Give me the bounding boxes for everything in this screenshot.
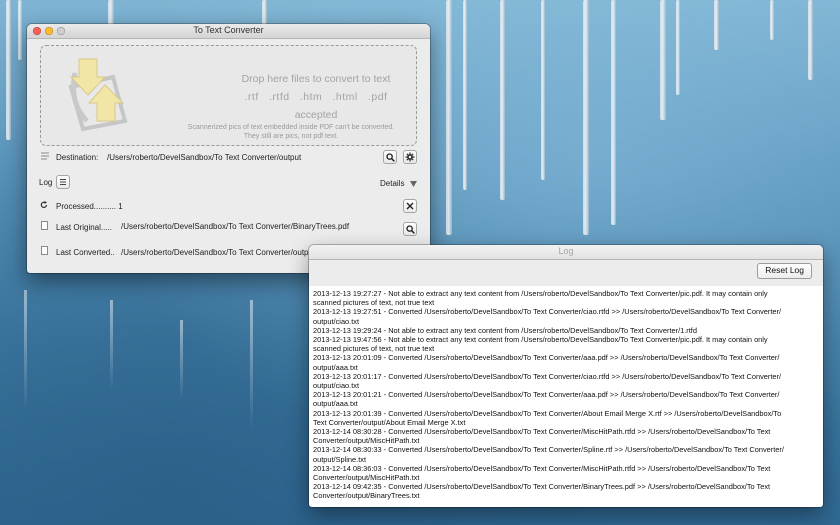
log-line: 2013-12-14 08:30:28 - Converted /Users/r… <box>313 427 771 437</box>
log-line: 2013-12-14 09:42:35 - Converted /Users/r… <box>313 482 771 492</box>
log-line: output/aaa.txt <box>313 362 358 372</box>
destination-label: Destination: <box>56 153 99 162</box>
log-line: 2013-12-14 08:36:03 - Converted /Users/r… <box>313 463 771 473</box>
log-window: Log Reset Log 2013-12-13 19:27:27 - Not … <box>309 245 823 507</box>
log-line: output/ciao.txt <box>313 316 360 326</box>
drop-zone[interactable]: Drop here files to convert to text .rtf … <box>40 45 417 146</box>
destination-search-button[interactable] <box>383 150 397 164</box>
list-icon <box>60 179 66 185</box>
settings-button[interactable] <box>403 150 417 164</box>
log-line: 2013-12-13 20:01:21 - Converted /Users/r… <box>313 390 780 400</box>
log-window-title: Log <box>558 246 574 256</box>
refresh-icon <box>40 201 48 209</box>
log-line: Converter/output/MiscHitPath.txt <box>313 436 420 446</box>
log-line: 2013-12-14 08:30:33 - Converted /Users/r… <box>313 445 784 455</box>
reset-log-button[interactable]: Reset Log <box>757 263 812 279</box>
last-original-search-button[interactable] <box>403 222 417 236</box>
document-icon <box>41 221 48 230</box>
log-line: 2013-12-13 20:01:39 - Converted /Users/r… <box>313 408 782 418</box>
log-line: output/ciao.txt <box>313 381 360 391</box>
log-titlebar[interactable]: Log <box>309 245 823 260</box>
triangle-down-icon[interactable] <box>410 181 417 187</box>
drop-accepted: accepted <box>294 109 338 121</box>
log-label: Log <box>39 178 53 187</box>
main-window: To Text Converter Drop here files to con… <box>27 24 430 273</box>
log-line: 2013-12-13 20:01:09 - Converted /Users/r… <box>313 353 780 363</box>
last-converted-label: Last Converted.. <box>56 248 115 257</box>
log-text-area[interactable]: 2013-12-13 19:27:27 - Not able to extrac… <box>309 286 823 507</box>
clear-button[interactable] <box>403 199 417 213</box>
log-line: output/Spline.txt <box>313 454 367 464</box>
processed-count: Processed.......... 1 <box>56 202 123 211</box>
log-line: 2013-12-13 19:29:24 - Not able to extrac… <box>313 325 697 335</box>
log-line: output/aaa.txt <box>313 399 358 409</box>
log-line: Text Converter/output/About Email Merge … <box>313 417 466 427</box>
log-line: 2013-12-13 19:27:51 - Converted /Users/r… <box>313 307 782 317</box>
lines-icon <box>41 152 49 160</box>
log-line: scanned pictures of text, not true text <box>313 298 435 308</box>
destination-path: /Users/roberto/DevelSandbox/To Text Conv… <box>107 153 302 162</box>
last-original-path: /Users/roberto/DevelSandbox/To Text Conv… <box>121 222 350 231</box>
drop-note-line2: They still are pics, not pdf text. <box>243 133 339 140</box>
close-icon <box>406 202 414 210</box>
log-line: Converter/output/BinaryTrees.txt <box>313 491 420 501</box>
convert-arrows-icon <box>68 58 128 132</box>
magnifier-icon <box>385 152 395 162</box>
main-titlebar[interactable]: To Text Converter <box>27 24 430 39</box>
log-line: 2013-12-13 20:01:17 - Converted /Users/r… <box>313 371 782 381</box>
last-original-label: Last Original..... <box>56 223 113 232</box>
log-line: 2013-12-13 19:47:56 - Not able to extrac… <box>313 335 768 345</box>
drop-instruction: Drop here files to convert to text <box>241 73 391 85</box>
document-icon <box>41 246 48 255</box>
log-line: Converter/output/MiscHitPath.txt <box>313 473 420 483</box>
log-toggle-button[interactable] <box>56 175 70 189</box>
drop-extensions: .rtf .rtfd .htm .html .pdf <box>244 91 388 103</box>
details-label[interactable]: Details <box>380 179 404 188</box>
gear-icon <box>405 152 415 162</box>
magnifier-icon <box>405 224 415 234</box>
window-title: To Text Converter <box>193 25 264 35</box>
log-line: scanned pictures of text, not true text <box>313 344 435 354</box>
drop-note-line1: Scannerized pics of text embedded inside… <box>187 124 395 131</box>
log-line: 2013-12-13 19:27:27 - Not able to extrac… <box>313 289 768 298</box>
